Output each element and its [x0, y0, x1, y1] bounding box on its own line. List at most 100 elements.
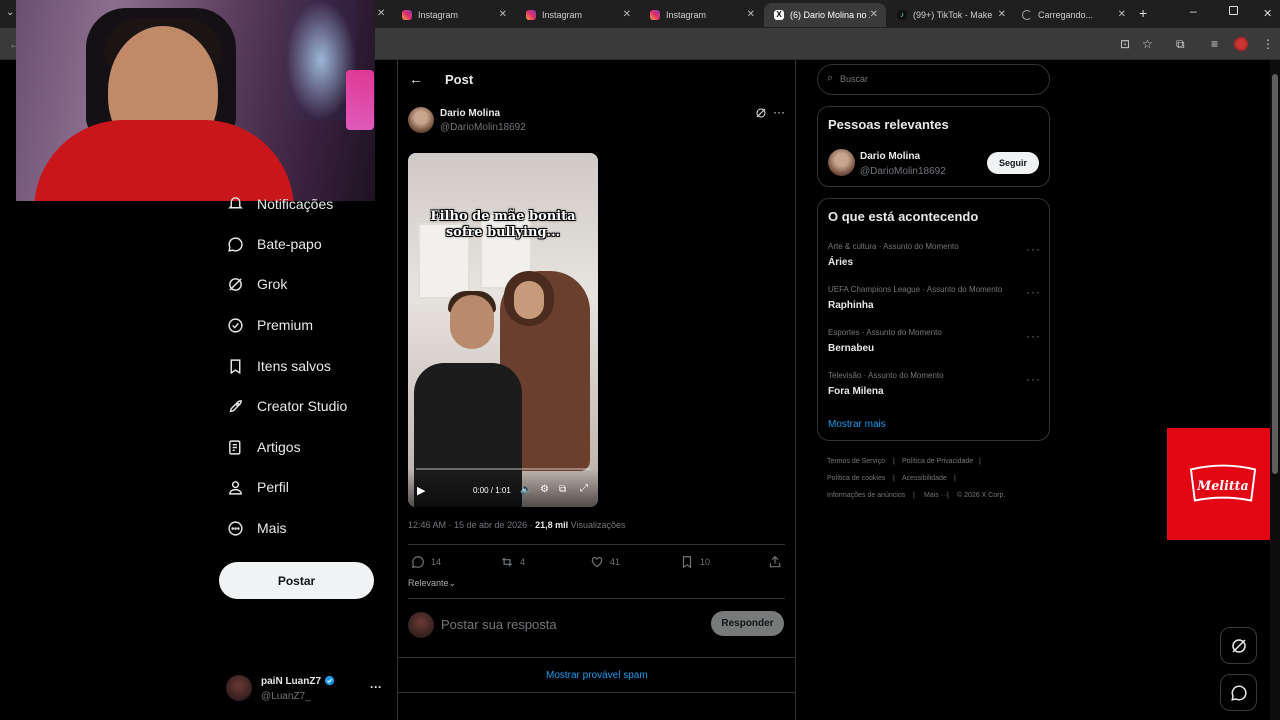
pip-icon[interactable]: ⧉ — [559, 484, 566, 495]
repost-count: 4 — [520, 557, 526, 567]
trend-category: UEFA Champions League · Assunto do Momen… — [828, 285, 1003, 294]
tab-close-icon[interactable]: ✕ — [377, 8, 385, 19]
bookmark-count: 10 — [700, 557, 711, 567]
repost-button[interactable]: 4 — [500, 555, 525, 569]
footer-cookies-link[interactable]: Política de cookies — [827, 475, 885, 482]
relevant-avatar[interactable] — [828, 149, 855, 176]
tab-label: Instagram — [418, 10, 459, 20]
new-tab-button[interactable]: + — [1139, 5, 1147, 21]
tab-label: Instagram — [542, 10, 583, 20]
account-switcher[interactable]: paiN LuanZ7 @LuanZ7_ ··· — [226, 674, 386, 706]
tab-list-chevron-icon[interactable]: ⌄ — [6, 7, 14, 18]
window-close-icon[interactable]: ✕ — [1263, 7, 1272, 20]
post-more-icon[interactable]: ··· — [773, 105, 785, 119]
volume-icon[interactable]: 🔈 — [520, 484, 532, 495]
footer-accessibility-link[interactable]: Acessibilidade — [902, 475, 947, 482]
relevant-name[interactable]: Dario Molina — [860, 151, 920, 162]
tab-tiktok[interactable]: ♪ (99+) TikTok - Make Y ✕ — [887, 3, 1010, 27]
reply-input[interactable]: Postar sua resposta — [441, 617, 691, 632]
tab-instagram-3[interactable]: Instagram ✕ — [640, 3, 763, 27]
footer-privacy-link[interactable]: Política de Privacidade — [902, 458, 973, 465]
footer-copyright: © 2026 X Corp. — [957, 492, 1006, 499]
nav-chat[interactable]: Bate-papo — [227, 232, 322, 256]
account-more-icon[interactable]: ··· — [370, 680, 382, 694]
nav-notifications[interactable]: Notificações — [227, 192, 333, 212]
bookmark-star-icon[interactable]: ☆ — [1142, 37, 1153, 51]
minimize-icon[interactable]: – — [1190, 4, 1197, 18]
post-button[interactable]: Postar — [219, 562, 374, 599]
relevant-people-title: Pessoas relevantes — [828, 117, 949, 132]
trend-item[interactable]: Esportes · Assunto do Momento Bernabeu — [828, 328, 942, 354]
footer-terms-link[interactable]: Termos de Serviço — [827, 458, 885, 465]
trend-more-icon[interactable]: ··· — [1026, 285, 1041, 299]
trend-item[interactable]: UEFA Champions League · Assunto do Momen… — [828, 285, 1002, 311]
nav-profile[interactable]: Perfil — [227, 475, 289, 499]
restore-icon[interactable] — [1229, 6, 1238, 15]
like-button[interactable]: 41 — [590, 555, 620, 569]
views-count[interactable]: 21,8 mil — [535, 520, 568, 530]
tab-x-dario-molina[interactable]: X (6) Dario Molina no X ✕ — [764, 3, 886, 27]
extensions-icon[interactable]: ⧉ — [1176, 37, 1185, 52]
reply-button[interactable]: 14 — [411, 555, 441, 569]
show-more-link[interactable]: Mostrar mais — [828, 419, 886, 430]
search-icon: ⌕ — [827, 72, 834, 84]
nav-bookmarks[interactable]: Itens salvos — [227, 354, 331, 378]
tab-close-icon[interactable]: ✕ — [499, 9, 507, 20]
settings-icon[interactable]: ⚙ — [540, 484, 549, 495]
trend-item[interactable]: Televisão · Assunto do Momento Fora Mile… — [828, 371, 944, 397]
play-icon[interactable]: ▶ — [417, 484, 425, 497]
nav-label: Premium — [257, 317, 314, 333]
tab-close-icon[interactable]: ✕ — [998, 9, 1006, 20]
nav-more[interactable]: Mais — [227, 516, 287, 540]
trend-more-icon[interactable]: ··· — [1026, 242, 1041, 256]
grok-icon[interactable] — [755, 107, 767, 119]
trend-item[interactable]: Arte & cultura · Assunto do Momento Árie… — [828, 242, 959, 268]
follow-button[interactable]: Seguir — [987, 152, 1039, 174]
tab-close-icon[interactable]: ✕ — [1118, 9, 1126, 20]
fullscreen-icon[interactable]: ⤢ — [580, 483, 588, 494]
reply-submit-button[interactable]: Responder — [711, 611, 784, 636]
author-handle[interactable]: @DarioMolin18692 — [440, 122, 526, 133]
account-name: paiN LuanZ7 — [261, 676, 322, 687]
bookmark-button[interactable]: 10 — [680, 555, 710, 569]
trend-more-icon[interactable]: ··· — [1026, 329, 1041, 343]
search-box[interactable]: ⌕ Buscar — [817, 64, 1050, 95]
tab-close-icon[interactable]: ✕ — [870, 9, 878, 20]
install-app-icon[interactable]: ⊡ — [1120, 37, 1130, 51]
tab-instagram-1[interactable]: Instagram ✕ — [392, 3, 515, 27]
tab-instagram-2[interactable]: Instagram ✕ — [516, 3, 639, 27]
share-icon[interactable] — [768, 555, 782, 569]
relevant-handle[interactable]: @DarioMolin18692 — [860, 166, 946, 177]
footer-more-link[interactable]: Mais ··· — [924, 492, 948, 499]
nav-articles[interactable]: Artigos — [227, 435, 301, 459]
back-arrow-icon[interactable]: ← — [409, 71, 423, 87]
trend-name: Fora Milena — [828, 386, 884, 397]
nav-creator-studio[interactable]: Creator Studio — [227, 394, 347, 418]
browser-menu-icon[interactable]: ⋮ — [1262, 37, 1274, 51]
trend-more-icon[interactable]: ··· — [1026, 372, 1041, 386]
trend-name: Bernabeu — [828, 343, 875, 354]
scrollbar-thumb[interactable] — [1272, 74, 1278, 474]
video-player[interactable]: Filho de mãe bonita sofre bullying... ▶ … — [408, 153, 598, 507]
browser-profile-avatar[interactable] — [1234, 37, 1248, 51]
search-input[interactable]: Buscar — [840, 74, 868, 84]
author-avatar[interactable] — [408, 107, 434, 133]
sort-dropdown[interactable]: Relevante⌄ — [408, 578, 456, 589]
trending-card — [817, 198, 1050, 441]
video-progress-bar[interactable] — [416, 468, 590, 470]
messages-float-button[interactable] — [1220, 674, 1257, 711]
show-spam-link[interactable]: Mostrar provável spam — [546, 670, 648, 681]
page-scrollbar[interactable] — [1270, 60, 1280, 720]
instagram-icon — [650, 10, 660, 20]
nav-premium[interactable]: Premium — [227, 313, 313, 337]
tab-close-icon[interactable]: ✕ — [747, 9, 755, 20]
trend-name: Áries — [828, 257, 854, 268]
footer-ads-info-link[interactable]: Informações de anúncios — [827, 492, 905, 499]
account-handle: @LuanZ7_ — [261, 691, 311, 702]
nav-grok[interactable]: Grok — [227, 272, 287, 296]
grok-float-button[interactable] — [1220, 627, 1257, 664]
tab-loading[interactable]: Carregando... ✕ — [1012, 3, 1134, 27]
tab-close-icon[interactable]: ✕ — [623, 9, 631, 20]
media-control-icon[interactable]: ≡ — [1211, 37, 1218, 51]
author-name[interactable]: Dario Molina — [440, 108, 500, 119]
